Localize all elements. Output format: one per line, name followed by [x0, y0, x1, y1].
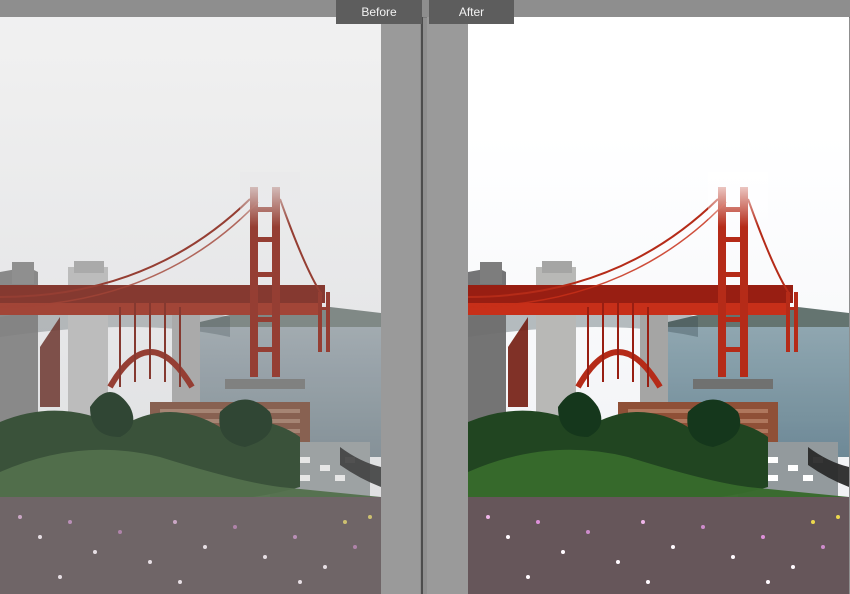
after-photo [468, 17, 849, 594]
before-photo-pane [0, 17, 381, 594]
compare-toolbar [0, 0, 850, 18]
before-label: Before [336, 0, 422, 24]
after-photo-pane [468, 17, 849, 594]
after-gutter [427, 17, 468, 594]
before-gutter [381, 17, 420, 594]
split-divider[interactable] [421, 17, 423, 594]
after-label: After [429, 0, 514, 24]
before-photo [0, 17, 381, 594]
